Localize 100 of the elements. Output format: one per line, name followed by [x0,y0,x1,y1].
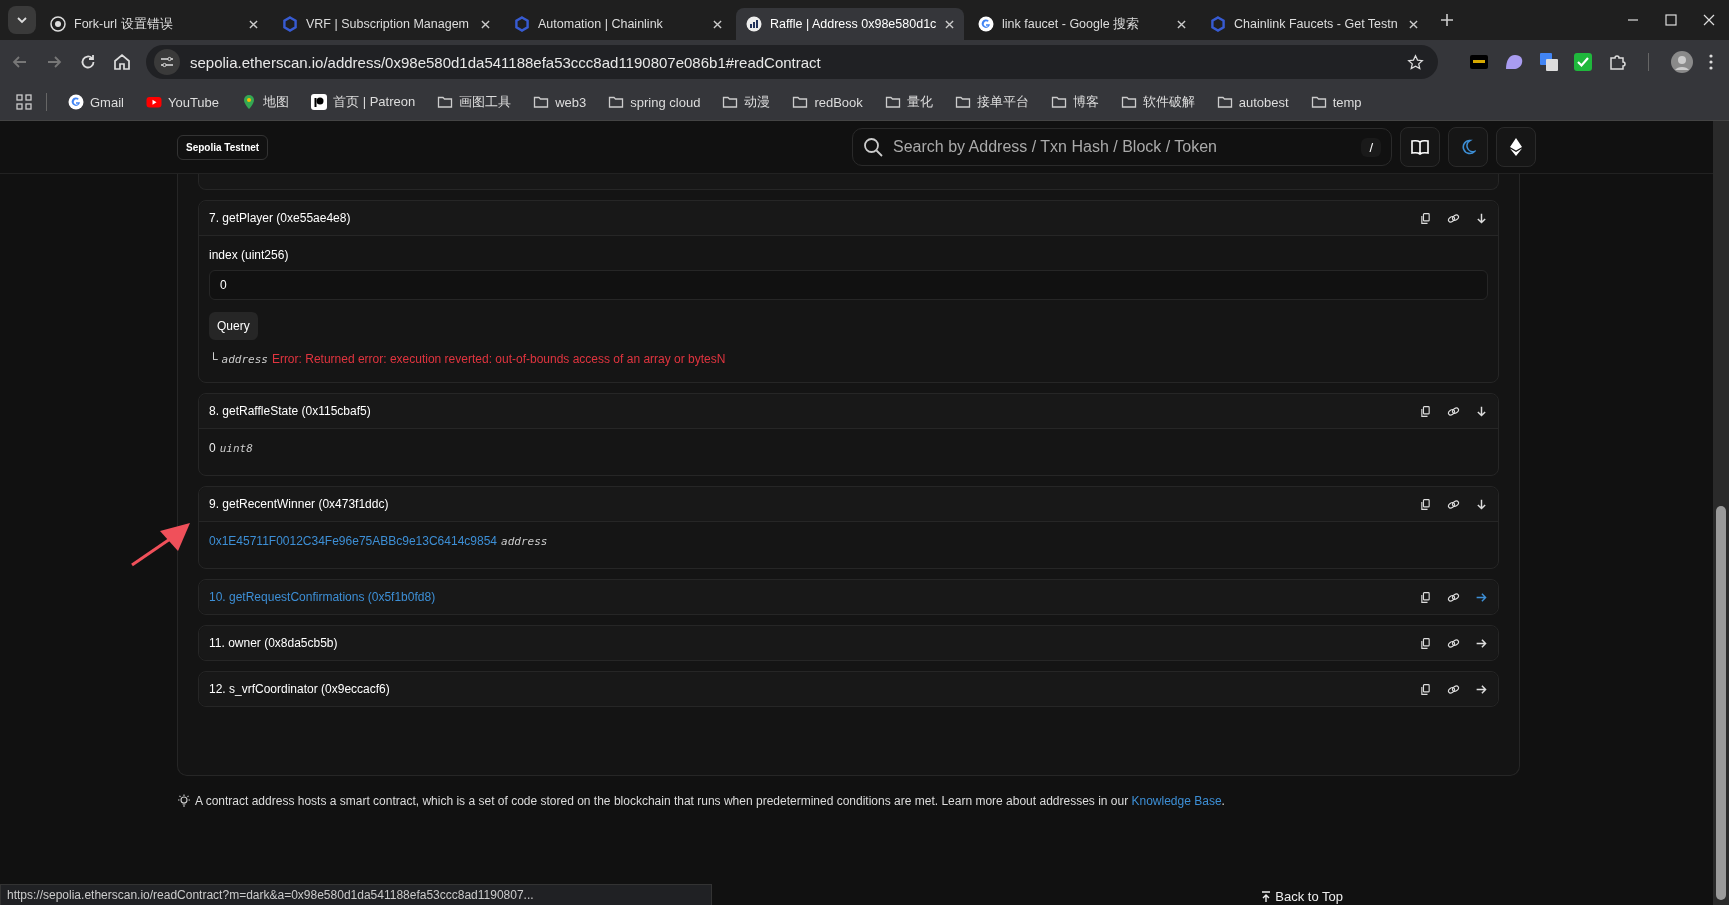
play-icon [145,94,162,110]
close-icon[interactable] [945,19,954,29]
right-arrow-icon[interactable] [1475,636,1488,650]
up-arrow-icon[interactable] [1261,890,1272,903]
checkmark-icon[interactable] [1574,53,1592,71]
link-icon[interactable] [1447,497,1460,511]
bookmark-item[interactable]: 博客 [1043,90,1106,114]
info-note: A contract address hosts a smart contract, which is a set of code stored on the blockchain that runs when predetermined conditions are met. Learn more about addresses in our Knowledge Base. [195,794,1225,808]
maximize-icon[interactable] [1665,14,1677,26]
home-icon[interactable] [112,52,132,72]
bookmark-item[interactable]: 量化 [877,90,940,114]
right-arrow-icon[interactable] [1475,682,1488,696]
address-bar[interactable]: sepolia.etherscan.io/address/0x98e580d1da541188efa53ccc8ad1190807e086b1#readContract [146,45,1438,79]
return-type: uint8 [219,442,253,455]
error-message: Error: Returned error: execution reverted: out-of-bounds access of an array or bytesN [271,352,726,366]
moon-icon[interactable] [1460,139,1476,155]
copy-icon[interactable] [1419,404,1432,418]
copy-icon[interactable] [1419,211,1432,225]
close-icon[interactable] [1703,14,1715,26]
bookmark-item[interactable]: temp [1303,91,1369,113]
shortcut-key: / [1361,137,1381,157]
close-icon[interactable] [481,19,490,29]
translate-icon[interactable] [1540,53,1558,71]
browser-tab[interactable]: Raffle | Address 0x98e580d1c [736,8,964,40]
function-name[interactable]: 9. getRecentWinner (0x473f1ddc) [209,497,1404,511]
avatar-icon[interactable] [1671,51,1693,73]
hexagon-icon [1210,16,1226,32]
copy-icon[interactable] [1419,682,1432,696]
close-icon[interactable] [249,19,258,29]
book-icon[interactable] [1411,139,1429,155]
dark-mode-button[interactable] [1448,127,1488,167]
ethereum-icon[interactable] [1510,138,1522,156]
book-button[interactable] [1400,127,1440,167]
close-icon[interactable] [1409,19,1418,29]
function-name[interactable]: 8. getRaffleState (0x115cbaf5) [209,404,1404,418]
bookmark-item[interactable]: redBook [785,91,870,113]
chevron-down-icon[interactable] [16,14,28,26]
new-tab-icon[interactable] [1440,13,1454,27]
bookmark-item[interactable]: spring cloud [601,91,708,113]
folder-icon [1216,94,1233,110]
link-icon[interactable] [1447,636,1460,650]
down-arrow-icon[interactable] [1475,211,1488,225]
bookmark-item[interactable]: Gmail [61,91,131,113]
bookmark-item[interactable]: 画图工具 [430,90,519,114]
hexagon-icon [282,16,298,32]
copy-icon[interactable] [1419,636,1432,650]
extension-icon[interactable] [1470,55,1488,69]
browser-tab[interactable]: VRF | Subscription Managem [272,8,500,40]
folder-icon [1120,94,1137,110]
browser-tab[interactable]: link faucet - Google 搜索 [968,8,1196,40]
address-link[interactable]: 0x1E45711F0012C34Fe96e75ABBc9e13C6414c9854 [209,534,497,548]
down-arrow-icon[interactable] [1475,497,1488,511]
bookmark-item[interactable]: 地图 [234,90,297,114]
link-icon[interactable] [1447,590,1460,604]
google-icon [978,16,994,32]
input-field[interactable]: 0 [209,270,1488,300]
menu-icon[interactable] [1709,54,1713,70]
copy-icon[interactable] [1419,497,1432,511]
bookmark-item[interactable]: YouTube [138,91,227,113]
return-type: address [501,535,548,548]
folder-icon [722,94,739,110]
browser-tab[interactable]: Fork-url 设置错误 [40,8,268,40]
link-icon[interactable] [1447,404,1460,418]
close-icon[interactable] [1177,19,1186,29]
star-icon[interactable] [1407,53,1424,71]
p-logo-icon [311,94,328,110]
site-settings-icon[interactable] [154,49,180,75]
copy-icon[interactable] [1419,590,1432,604]
ghost-icon[interactable] [1504,53,1524,71]
link-icon[interactable] [1447,211,1460,225]
annotation-arrow-drawing [130,521,192,567]
browser-tab[interactable]: Automation | Chainlink [504,8,732,40]
folder-icon [437,94,454,110]
down-arrow-icon[interactable] [1475,404,1488,418]
apps-grid-icon[interactable] [16,94,32,110]
function-name[interactable]: 7. getPlayer (0xe55ae4e8) [209,211,1404,225]
bookmark-item[interactable]: 软件破解 [1113,90,1202,114]
folder-icon [954,94,971,110]
browser-tab[interactable]: Chainlink Faucets - Get Testn [1200,8,1428,40]
tree-branch-glyph: └ [209,352,218,366]
query-button[interactable]: Query [209,312,258,340]
lightbulb-icon [177,794,191,808]
result-value: 0 [209,441,216,455]
bookmark-item[interactable]: web3 [526,91,594,113]
puzzle-icon[interactable] [1608,53,1626,71]
bookmark-item[interactable]: 接单平台 [947,90,1036,114]
bookmark-item[interactable]: 动漫 [715,90,778,114]
knowledge-base-link[interactable]: Knowledge Base [1131,794,1222,808]
tab-search-button[interactable] [8,6,36,34]
folder-icon [884,94,901,110]
bookmark-item[interactable]: 首页 | Patreon [304,90,423,114]
search-field[interactable]: Search by Address / Txn Hash / Block / Token / [852,128,1392,166]
link-icon[interactable] [1447,682,1460,696]
close-icon[interactable] [713,19,722,29]
back-to-top-link[interactable]: Back to Top [1261,889,1343,904]
scrollbar[interactable] [1713,121,1729,905]
ethereum-button[interactable] [1496,127,1536,167]
search-icon [863,137,883,157]
network-badge: Sepolia Testnet [177,134,269,160]
bookmark-item[interactable]: autobest [1209,91,1296,113]
